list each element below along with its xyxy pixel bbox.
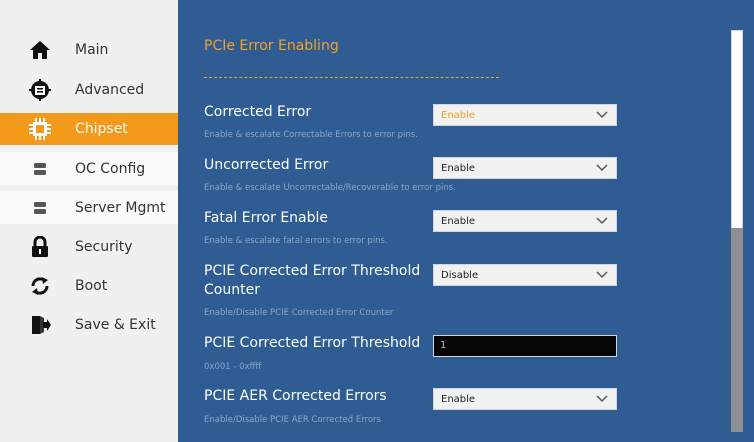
- option-label: PCIE AER Corrected Errors: [204, 388, 387, 404]
- section-title: PCIe Error Enabling: [204, 38, 339, 54]
- option-label: Uncorrected Error: [204, 157, 329, 173]
- option-help: Enable/Disable PCIE Corrected Error Coun…: [204, 308, 394, 318]
- sidebar-item-label: Security: [75, 238, 133, 255]
- sidebar-item-label: Main: [75, 41, 109, 58]
- sidebar-item-label: Chipset: [75, 121, 128, 137]
- option-help: Enable & escalate fatal errors to error …: [204, 236, 388, 246]
- server-icon: [28, 196, 52, 220]
- sidebar-item-advanced[interactable]: Advanced: [0, 73, 178, 106]
- sidebar: Main Advanced Chipset OC Config Server M…: [0, 0, 178, 442]
- chevron-down-icon: [596, 395, 608, 403]
- refresh-icon: [28, 274, 52, 298]
- sidebar-item-chipset[interactable]: Chipset: [0, 113, 178, 145]
- scrollbar-thumb[interactable]: [731, 228, 743, 432]
- chevron-down-icon: [596, 111, 608, 119]
- home-icon: [28, 38, 52, 62]
- bios-setup-window: Main Advanced Chipset OC Config Server M…: [0, 0, 754, 442]
- fatal-error-enable-select[interactable]: Enable: [433, 210, 617, 232]
- aer-corrected-errors-select[interactable]: Enable: [433, 388, 617, 410]
- threshold-input[interactable]: 1: [433, 335, 617, 357]
- sidebar-item-save-exit[interactable]: Save & Exit: [0, 308, 178, 341]
- uncorrected-error-select[interactable]: Enable: [433, 157, 617, 179]
- advanced-icon: [28, 78, 52, 102]
- option-label-continued: Counter: [204, 282, 260, 298]
- option-label: PCIE Corrected Error Threshold: [204, 335, 421, 351]
- lock-icon: [28, 235, 52, 259]
- corrected-error-select[interactable]: Enable: [433, 104, 617, 126]
- select-value: Disable: [441, 269, 479, 281]
- option-help: Enable & escalate Uncorrectable/Recovera…: [204, 183, 456, 193]
- sidebar-item-oc-config[interactable]: OC Config: [0, 152, 178, 185]
- section-divider: [204, 77, 499, 78]
- sidebar-item-server-mgmt[interactable]: Server Mgmt: [0, 191, 178, 224]
- select-value: Enable: [441, 109, 476, 121]
- sidebar-item-label: Advanced: [75, 81, 145, 98]
- option-label: Fatal Error Enable: [204, 210, 329, 226]
- chip-icon: [28, 117, 52, 141]
- settings-panel: PCIe Error Enabling Corrected Error Enab…: [178, 0, 754, 442]
- select-value: Enable: [441, 162, 476, 174]
- chevron-down-icon: [596, 164, 608, 172]
- select-value: Enable: [441, 393, 476, 405]
- sidebar-item-label: Boot: [75, 277, 108, 294]
- sidebar-item-main[interactable]: Main: [0, 33, 178, 66]
- option-label: PCIE Corrected Error Threshold: [204, 263, 421, 279]
- option-help: 0x001 - 0xffff: [204, 362, 262, 372]
- sidebar-item-label: Save & Exit: [75, 316, 156, 333]
- option-help: Enable & escalate Correctable Errors to …: [204, 130, 418, 140]
- option-label: Corrected Error: [204, 104, 312, 120]
- sidebar-item-boot[interactable]: Boot: [0, 269, 178, 302]
- select-value: Enable: [441, 215, 476, 227]
- chevron-down-icon: [596, 217, 608, 225]
- server-icon: [28, 157, 52, 181]
- sidebar-item-label: OC Config: [75, 160, 146, 177]
- sidebar-item-security[interactable]: Security: [0, 230, 178, 263]
- option-help: Enable/Disable PCIE AER Corrected Errors: [204, 415, 381, 425]
- chevron-down-icon: [596, 271, 608, 279]
- input-value: 1: [440, 340, 447, 351]
- threshold-counter-select[interactable]: Disable: [433, 264, 617, 286]
- exit-icon: [28, 313, 52, 337]
- sidebar-item-label: Server Mgmt: [75, 199, 166, 216]
